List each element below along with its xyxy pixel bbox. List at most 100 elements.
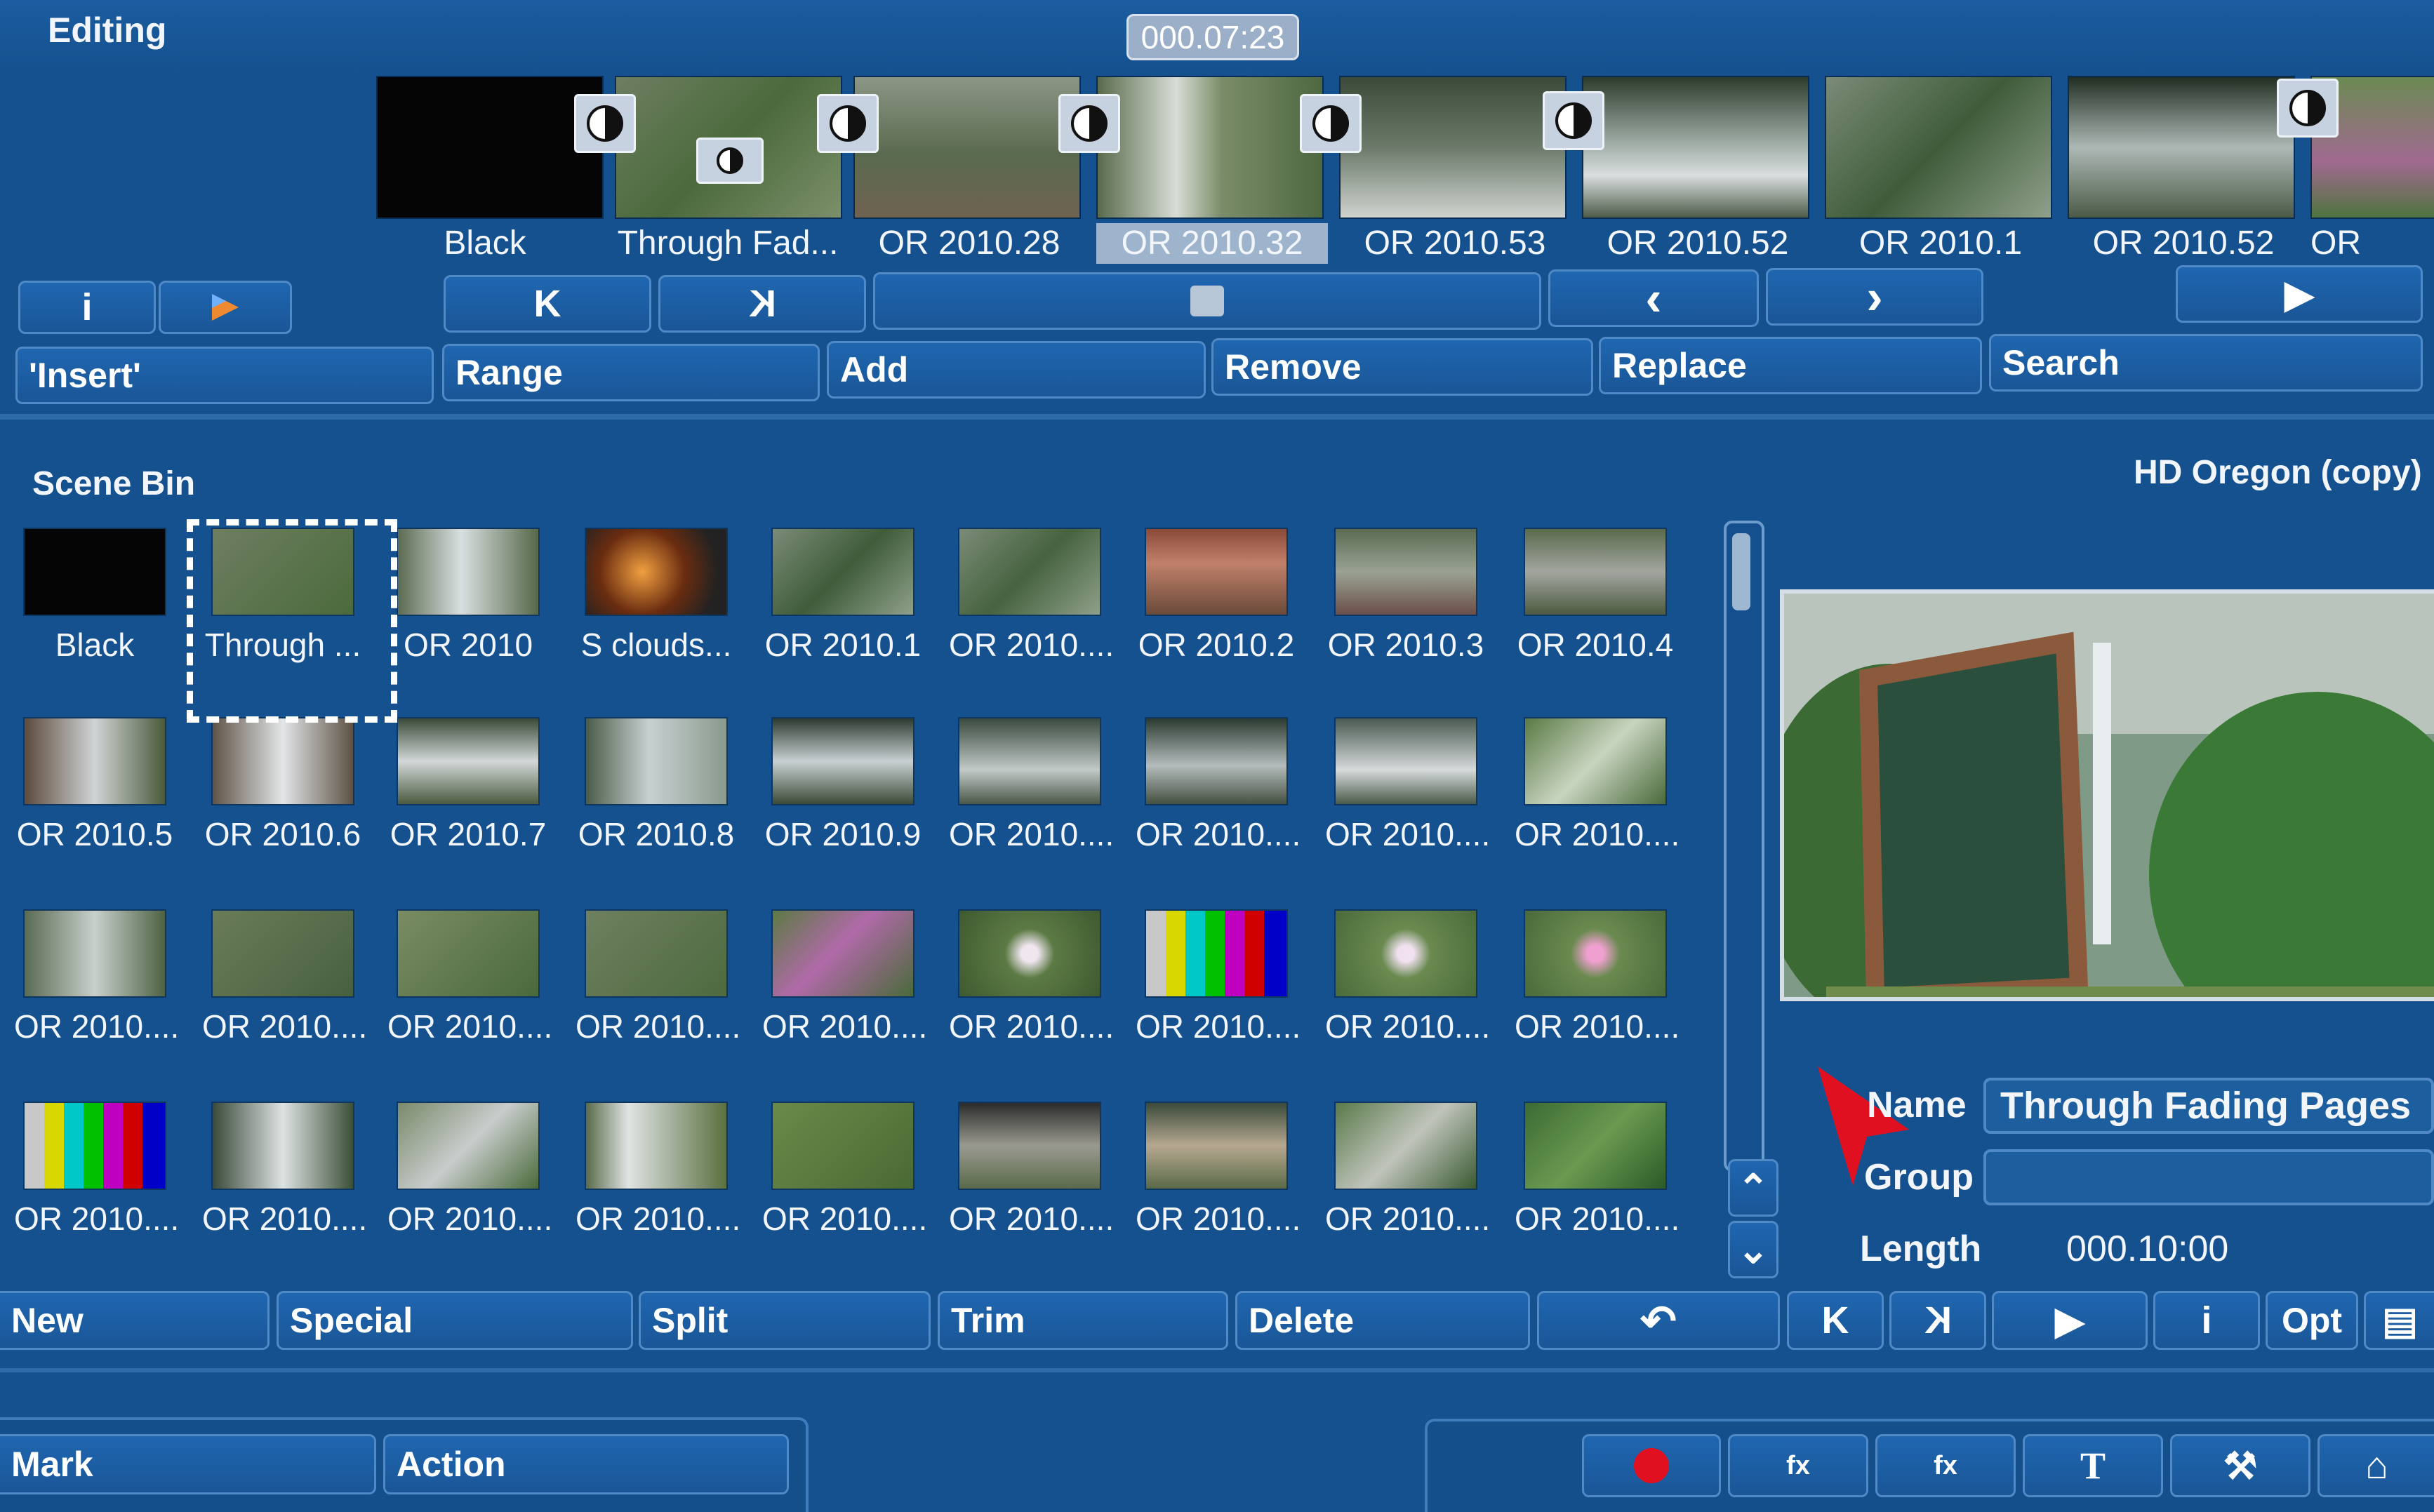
scene-bin-item[interactable]: OR 2010.... bbox=[1325, 1102, 1490, 1238]
scene-thumbnail[interactable] bbox=[958, 909, 1101, 998]
scene-thumbnail[interactable] bbox=[1145, 528, 1288, 616]
scene-info-button[interactable]: i bbox=[2153, 1291, 2260, 1350]
scene-bin-item[interactable]: OR 2010 bbox=[387, 528, 549, 664]
scene-thumbnail[interactable] bbox=[23, 909, 166, 998]
scene-bin-item[interactable]: OR 2010.... bbox=[1136, 1102, 1301, 1238]
action-button[interactable]: Action bbox=[383, 1434, 789, 1494]
scene-bin-item[interactable]: OR 2010.... bbox=[949, 909, 1114, 1045]
scene-thumbnail[interactable] bbox=[585, 909, 728, 998]
options-button[interactable]: Opt bbox=[2266, 1291, 2358, 1350]
scene-bin-scrollbar[interactable] bbox=[1724, 521, 1764, 1172]
transition-icon[interactable] bbox=[817, 94, 879, 153]
add-button[interactable]: Add bbox=[827, 341, 1206, 399]
scene-thumbnail[interactable] bbox=[1145, 909, 1288, 998]
audio-fx-button[interactable]: fx bbox=[1875, 1434, 2016, 1497]
special-button[interactable]: Special bbox=[277, 1291, 633, 1350]
scroll-up-button[interactable]: ⌃ bbox=[1728, 1159, 1778, 1217]
scene-bin-item[interactable]: Black bbox=[14, 528, 175, 664]
scene-thumbnail[interactable] bbox=[1524, 528, 1667, 616]
timeline-clip-thumb[interactable] bbox=[1582, 76, 1809, 219]
transition-icon[interactable] bbox=[2277, 79, 2339, 138]
insert-button[interactable]: 'Insert' bbox=[15, 347, 434, 404]
last-scene-button[interactable]: K bbox=[1889, 1291, 1986, 1350]
delete-button[interactable]: Delete bbox=[1235, 1291, 1530, 1350]
remove-button[interactable]: Remove bbox=[1211, 338, 1593, 396]
name-field[interactable]: Through Fading Pages bbox=[1983, 1078, 2434, 1134]
scene-bin-item[interactable]: OR 2010.7 bbox=[387, 717, 549, 853]
search-button[interactable]: Search bbox=[1989, 334, 2423, 392]
scene-thumbnail[interactable] bbox=[23, 717, 166, 805]
stop-button[interactable] bbox=[873, 272, 1541, 330]
undo-button[interactable]: ↶ bbox=[1537, 1291, 1780, 1350]
replace-button[interactable]: Replace bbox=[1599, 337, 1982, 394]
scene-bin-item[interactable]: OR 2010.5 bbox=[14, 717, 175, 853]
scene-thumbnail[interactable] bbox=[771, 717, 915, 805]
scene-thumbnail[interactable] bbox=[958, 717, 1101, 805]
timeline-clip-thumb[interactable] bbox=[853, 76, 1081, 219]
group-field[interactable] bbox=[1983, 1149, 2434, 1205]
scene-thumbnail[interactable] bbox=[397, 909, 540, 998]
scene-bin-item[interactable]: OR 2010.... bbox=[14, 1102, 179, 1238]
new-button[interactable]: New bbox=[0, 1291, 270, 1350]
scene-bin-item[interactable]: OR 2010.... bbox=[1515, 717, 1680, 853]
range-button[interactable]: Range bbox=[442, 344, 820, 401]
play-scene-button[interactable]: ▶ bbox=[1992, 1291, 2148, 1350]
scene-bin-item[interactable]: S clouds... bbox=[576, 528, 737, 664]
scene-thumbnail[interactable] bbox=[23, 1102, 166, 1190]
scene-thumbnail[interactable] bbox=[1334, 1102, 1477, 1190]
transition-icon[interactable] bbox=[574, 94, 636, 153]
scene-thumbnail[interactable] bbox=[397, 528, 540, 616]
scene-thumbnail[interactable] bbox=[771, 1102, 915, 1190]
scene-bin-item[interactable]: OR 2010.9 bbox=[762, 717, 924, 853]
scene-thumbnail[interactable] bbox=[1524, 1102, 1667, 1190]
timeline-clip-thumb[interactable] bbox=[1339, 76, 1567, 219]
scene-bin-item[interactable]: OR 2010.4 bbox=[1515, 528, 1676, 664]
first-scene-button[interactable]: K bbox=[1787, 1291, 1884, 1350]
first-clip-button[interactable]: K bbox=[444, 275, 651, 333]
scene-bin-item[interactable]: OR 2010.... bbox=[949, 528, 1114, 664]
scene-bin-item[interactable]: OR 2010.... bbox=[762, 1102, 927, 1238]
scene-thumbnail[interactable] bbox=[211, 717, 354, 805]
scene-bin-item[interactable]: OR 2010.... bbox=[202, 1102, 367, 1238]
mark-button[interactable]: Mark bbox=[0, 1434, 376, 1494]
scene-thumbnail[interactable] bbox=[771, 528, 915, 616]
scene-bin-item[interactable]: OR 2010.... bbox=[1515, 909, 1680, 1045]
info-button[interactable]: i bbox=[18, 281, 156, 334]
transition-icon[interactable] bbox=[1543, 91, 1604, 150]
color-button[interactable] bbox=[159, 281, 292, 334]
scene-bin-item[interactable]: OR 2010.... bbox=[1515, 1102, 1680, 1238]
scene-thumbnail[interactable] bbox=[211, 1102, 354, 1190]
scene-thumbnail[interactable] bbox=[1524, 717, 1667, 805]
scene-thumbnail[interactable] bbox=[958, 1102, 1101, 1190]
transition-icon[interactable] bbox=[696, 138, 764, 184]
play-button[interactable]: ▶ bbox=[2176, 265, 2423, 323]
scene-thumbnail[interactable] bbox=[397, 717, 540, 805]
scene-thumbnail[interactable] bbox=[585, 717, 728, 805]
title-button[interactable]: T bbox=[2023, 1434, 2163, 1497]
scene-thumbnail[interactable] bbox=[23, 528, 166, 616]
last-clip-button[interactable]: K bbox=[658, 275, 866, 333]
scene-bin-item[interactable]: OR 2010.... bbox=[14, 909, 179, 1045]
scene-bin-item[interactable]: OR 2010.... bbox=[576, 909, 740, 1045]
scene-bin-item[interactable]: OR 2010.... bbox=[1325, 909, 1490, 1045]
scene-bin-item[interactable]: OR 2010.... bbox=[1325, 717, 1490, 853]
scene-bin-item[interactable]: OR 2010.8 bbox=[576, 717, 737, 853]
split-button[interactable]: Split bbox=[639, 1291, 931, 1350]
tools-button[interactable]: ⚒ bbox=[2170, 1434, 2310, 1497]
scene-bin-item[interactable]: OR 2010.... bbox=[949, 717, 1114, 853]
scene-bin-item[interactable]: OR 2010.1 bbox=[762, 528, 924, 664]
scene-thumbnail[interactable] bbox=[1145, 1102, 1288, 1190]
timeline-clip-thumb[interactable] bbox=[1096, 76, 1324, 219]
scene-bin-item[interactable]: OR 2010.... bbox=[576, 1102, 740, 1238]
scene-bin-item[interactable]: OR 2010.... bbox=[1136, 909, 1301, 1045]
scene-thumbnail[interactable] bbox=[1334, 909, 1477, 998]
scene-thumbnail[interactable] bbox=[585, 1102, 728, 1190]
timeline-clip-thumb[interactable] bbox=[1825, 76, 2052, 219]
scene-bin-item[interactable]: OR 2010.3 bbox=[1325, 528, 1487, 664]
scene-bin-item[interactable]: OR 2010.... bbox=[1136, 717, 1301, 853]
scene-thumbnail[interactable] bbox=[397, 1102, 540, 1190]
scene-thumbnail[interactable] bbox=[1524, 909, 1667, 998]
home-button[interactable]: ⌂ bbox=[2317, 1434, 2434, 1497]
storage-button[interactable]: ▤ bbox=[2364, 1291, 2434, 1350]
scene-thumbnail[interactable] bbox=[585, 528, 728, 616]
